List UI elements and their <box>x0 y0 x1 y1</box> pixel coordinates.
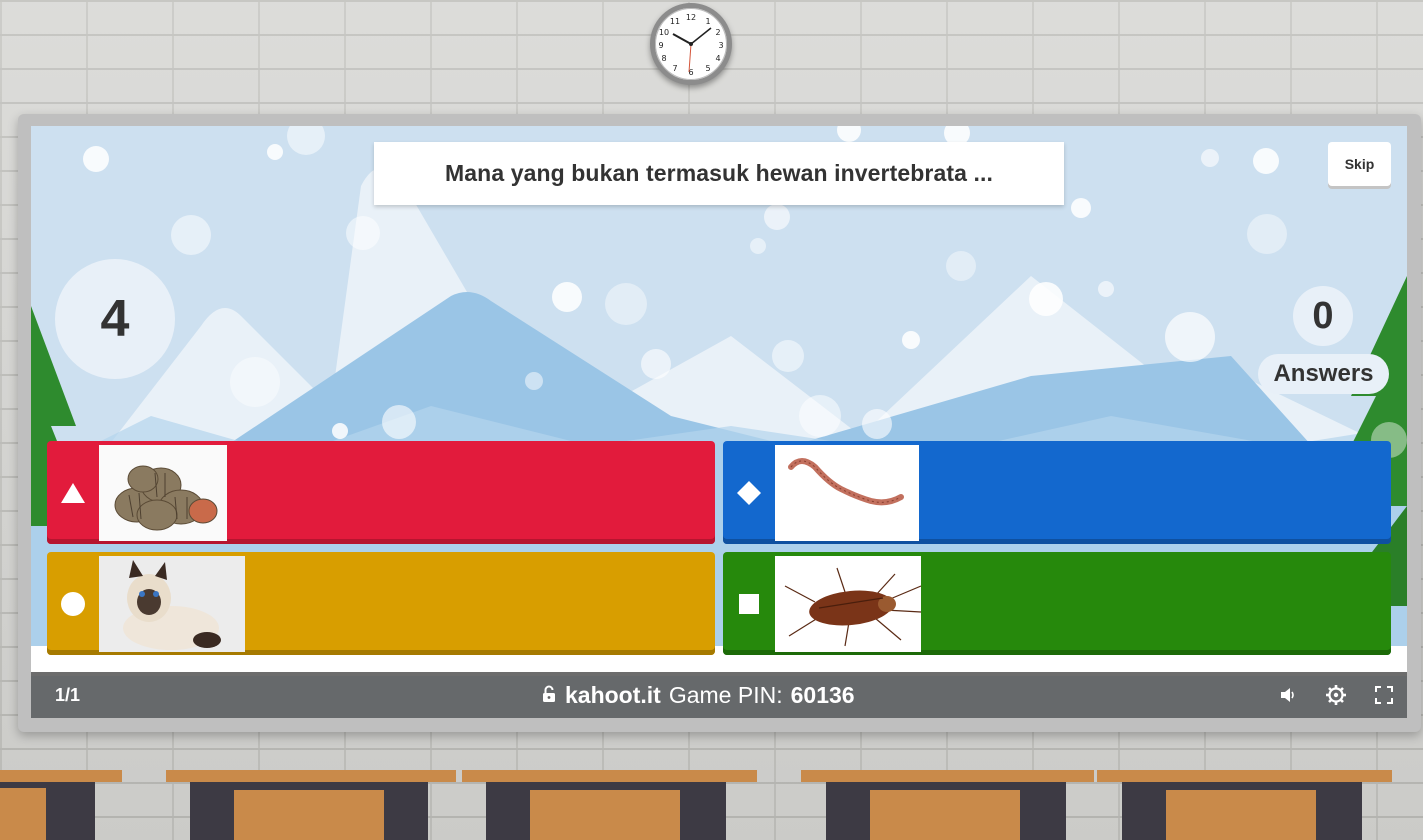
bottom-bar: 1/1 kahoot.it Game PIN: 60136 <box>31 672 1407 718</box>
desk <box>0 770 122 840</box>
clock-number: 12 <box>686 13 696 22</box>
skip-button[interactable]: Skip <box>1328 142 1391 186</box>
site-url: kahoot.it <box>565 681 661 708</box>
answer-option-diamond[interactable] <box>723 441 1391 544</box>
fullscreen-icon[interactable] <box>1371 682 1397 708</box>
clock-number: 1 <box>705 17 710 26</box>
cockroach-image <box>775 555 921 652</box>
wall-clock: 12 1 2 3 4 5 6 7 8 9 10 11 <box>650 3 732 85</box>
game-pin-value: 60136 <box>790 681 855 708</box>
settings-gear-icon[interactable] <box>1323 682 1349 708</box>
cockles-image <box>99 444 227 541</box>
answer-option-triangle[interactable] <box>47 441 715 544</box>
clock-number: 3 <box>718 41 723 50</box>
question-progress: 1/1 <box>55 684 81 705</box>
clock-minute-hand <box>690 27 712 45</box>
classroom-desks <box>0 770 1392 840</box>
desk <box>166 770 456 840</box>
question-box: Mana yang bukan termasuk hewan invertebr… <box>374 142 1064 205</box>
clock-number: 10 <box>659 28 669 37</box>
countdown-timer: 4 <box>55 259 175 379</box>
triangle-icon <box>47 441 99 544</box>
diamond-icon <box>723 441 775 544</box>
desk <box>801 770 1094 840</box>
answer-option-circle[interactable] <box>47 552 715 655</box>
earthworm-image <box>775 444 919 541</box>
clock-number: 9 <box>658 41 663 50</box>
lock-open-icon <box>541 682 557 709</box>
desk <box>462 770 757 840</box>
game-screen: Mana yang bukan termasuk hewan invertebr… <box>31 126 1407 718</box>
question-text: Mana yang bukan termasuk hewan invertebr… <box>445 160 993 186</box>
clock-hour-hand <box>672 33 692 45</box>
game-pin-info: kahoot.it Game PIN: 60136 <box>541 682 855 709</box>
clock-number: 8 <box>661 54 666 63</box>
answers-count: 0 <box>1293 286 1353 346</box>
circle-icon <box>47 552 99 655</box>
clock-number: 7 <box>672 64 677 73</box>
siamese-cat-image <box>99 555 245 652</box>
clock-number: 2 <box>715 28 720 37</box>
answers-label: Answers <box>1258 354 1389 394</box>
clock-number: 4 <box>715 54 720 63</box>
clock-number: 5 <box>705 64 710 73</box>
volume-icon[interactable] <box>1275 682 1301 708</box>
game-pin-label: Game PIN: <box>668 681 783 708</box>
answer-option-square[interactable] <box>723 552 1391 655</box>
square-icon <box>723 552 775 655</box>
clock-number: 11 <box>670 17 680 26</box>
desk <box>1097 770 1392 840</box>
